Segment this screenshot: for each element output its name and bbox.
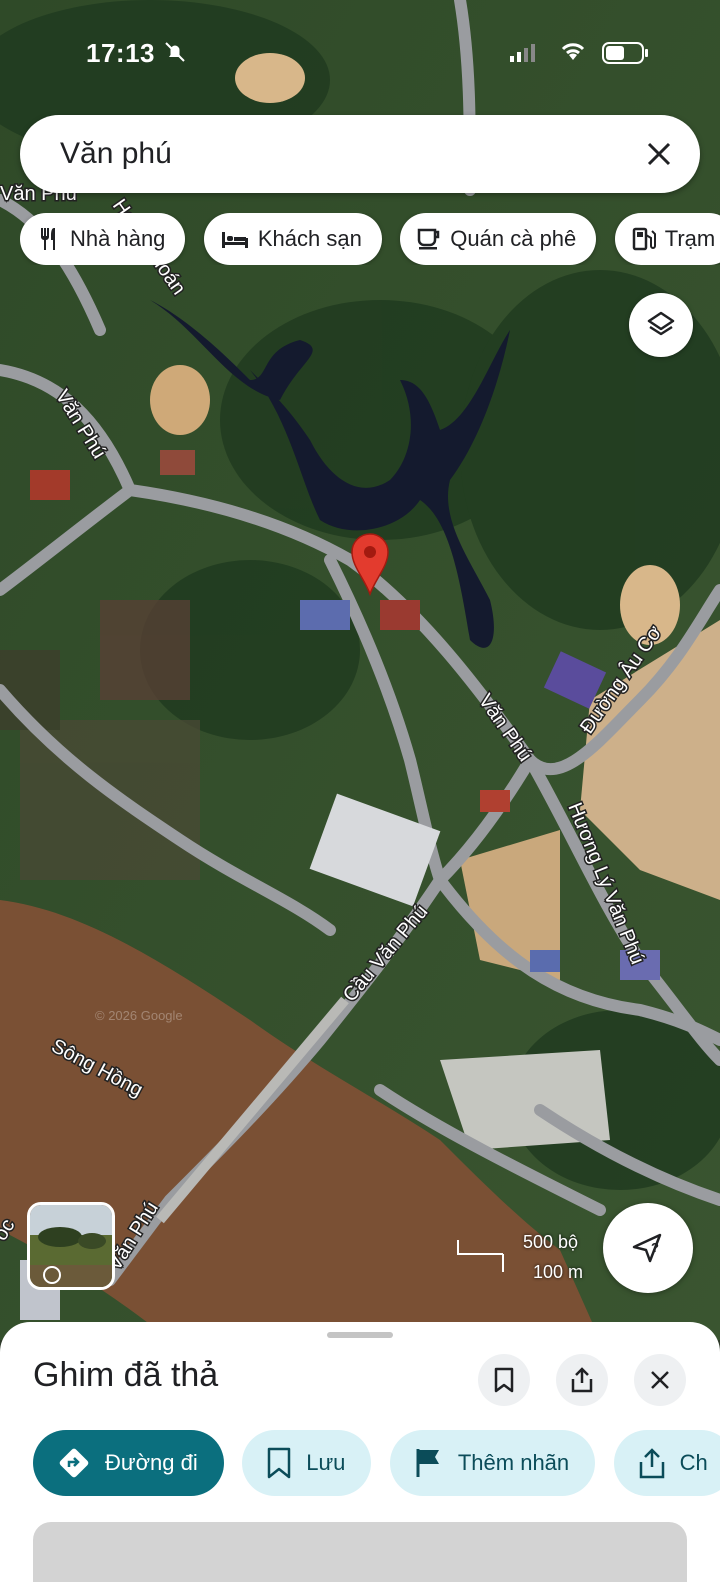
share-label: Ch <box>679 1450 708 1475</box>
drag-handle[interactable] <box>327 1332 393 1338</box>
save-label: Lưu <box>306 1450 346 1475</box>
layers-icon <box>647 311 675 336</box>
search-bar[interactable]: Văn phú <box>20 115 700 193</box>
map-watermark: © 2026 Google <box>95 1008 183 1023</box>
satellite-map[interactable]: Văn Phú Hang Khoán Văn Phú Văn Phú Đường… <box>0 0 720 1340</box>
coffee-icon <box>418 228 440 250</box>
chip-hotels[interactable]: Khách sạn <box>203 213 382 265</box>
category-chips: Nhà hàng Khách sạn Quán cà phê Trạm <box>20 213 720 265</box>
chip-restaurants[interactable]: Nhà hàng <box>20 213 186 265</box>
share-icon <box>571 1367 593 1393</box>
map-scale: 500 bộ 100 m <box>455 1232 595 1284</box>
directions-label: Đường đi <box>105 1450 198 1475</box>
cellular-signal-icon <box>510 44 535 62</box>
share-icon <box>639 1448 664 1479</box>
search-query[interactable]: Văn phú <box>60 137 172 171</box>
status-bar: 17:13 <box>0 38 720 70</box>
battery-icon <box>602 42 648 64</box>
sheet-title: Ghim đã thả <box>33 1356 219 1394</box>
gas-station-icon <box>632 227 656 251</box>
street-view-photo <box>30 1205 112 1287</box>
fork-knife-icon <box>41 228 55 250</box>
close-sheet-button[interactable] <box>634 1354 686 1406</box>
directions-button[interactable]: Đường đi <box>33 1430 224 1496</box>
save-button[interactable]: Lưu <box>242 1430 372 1496</box>
share-button[interactable]: Ch <box>613 1430 720 1496</box>
chip-label: Khách sạn <box>257 226 362 251</box>
flag-icon <box>416 1449 439 1477</box>
place-bottom-sheet[interactable]: Ghim đã thả Đường đi Lưu Thêm nhãn Ch <box>0 1322 720 1582</box>
chip-label: Nhà hàng <box>70 226 166 251</box>
close-icon[interactable] <box>642 137 676 171</box>
location-unknown-icon: ? <box>632 1233 662 1263</box>
share-icon-button[interactable] <box>556 1354 608 1406</box>
directions-icon <box>59 1448 89 1478</box>
save-icon-button[interactable] <box>478 1354 530 1406</box>
street-view-thumbnail[interactable] <box>27 1202 115 1290</box>
layers-button[interactable] <box>629 293 693 357</box>
svg-text:?: ? <box>651 1240 659 1255</box>
chip-cafes[interactable]: Quán cà phê <box>400 213 597 265</box>
status-time: 17:13 <box>86 38 155 68</box>
bookmark-icon <box>494 1367 514 1393</box>
wifi-icon <box>561 43 585 60</box>
my-location-button[interactable]: ? <box>603 1203 693 1293</box>
bed-icon <box>221 232 248 248</box>
close-icon <box>651 1371 669 1389</box>
photo-preview[interactable] <box>33 1522 687 1582</box>
bell-muted-icon <box>165 42 185 62</box>
action-buttons-row: Đường đi Lưu Thêm nhãn Ch <box>33 1430 720 1496</box>
add-label-label: Thêm nhãn <box>457 1450 570 1475</box>
chip-label: Quán cà phê <box>450 226 577 251</box>
add-label-button[interactable]: Thêm nhãn <box>389 1430 596 1496</box>
scale-imperial: 500 bộ <box>523 1232 579 1252</box>
bookmark-icon <box>267 1447 291 1479</box>
chip-gas-stations[interactable]: Trạm <box>614 213 720 265</box>
scale-metric: 100 m <box>533 1262 584 1282</box>
chip-label: Trạm <box>664 226 716 251</box>
